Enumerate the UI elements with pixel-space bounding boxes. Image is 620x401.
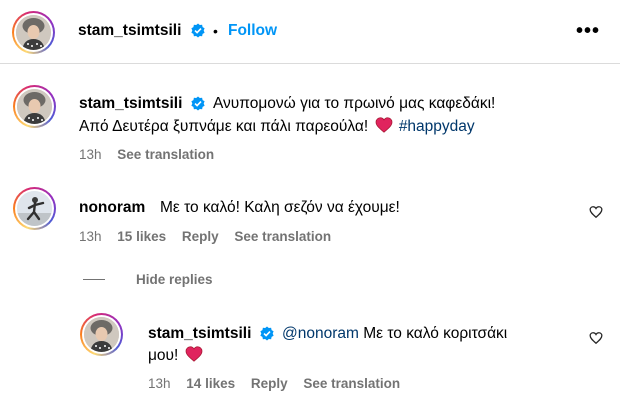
hashtag-link[interactable]: #happyday: [399, 118, 475, 135]
caption-username[interactable]: stam_tsimtsili: [79, 95, 182, 113]
comment-reply-button[interactable]: Reply: [182, 229, 219, 244]
reply-text-part2: μου!: [148, 347, 179, 364]
hide-replies-button[interactable]: Hide replies: [136, 272, 213, 287]
verified-badge-icon: [191, 23, 205, 38]
caption-text-line1: Ανυπομονώ για το πρωινό μας καφεδάκι!: [213, 95, 496, 112]
hide-replies-divider: [83, 279, 105, 280]
reply-time: 13h: [148, 376, 171, 391]
comment-text: Με το καλό! Καλη σεζόν να έχουμε!: [160, 199, 400, 216]
reply-avatar[interactable]: [80, 313, 123, 356]
heart-outline-icon[interactable]: [589, 331, 603, 345]
caption-meta: 13h See translation: [79, 147, 226, 162]
reply-username[interactable]: stam_tsimtsili: [148, 325, 251, 343]
reply-text-line1: @nonoram Με το καλό κοριτσάκι: [282, 323, 507, 345]
red-heart-icon: [185, 346, 203, 362]
post-header: stam_tsimtsili • Follow •••: [0, 0, 620, 64]
reply-see-translation[interactable]: See translation: [303, 376, 400, 391]
comment-avatar[interactable]: [13, 187, 56, 230]
profile-photo-icon: [84, 317, 119, 352]
caption-time: 13h: [79, 147, 102, 162]
reply-meta: 13h 14 likes Reply See translation: [148, 376, 412, 391]
follow-button[interactable]: Follow: [228, 22, 277, 40]
profile-photo-icon: [17, 191, 52, 226]
reply-text-line2: μου!: [148, 345, 205, 367]
heart-outline-icon[interactable]: [589, 205, 603, 219]
comment-meta: 13h 15 likes Reply See translation: [79, 229, 343, 244]
caption-see-translation[interactable]: See translation: [117, 147, 214, 162]
more-options-icon[interactable]: •••: [576, 20, 600, 43]
comment-see-translation[interactable]: See translation: [234, 229, 331, 244]
comment-likes[interactable]: 15 likes: [117, 229, 166, 244]
header-username[interactable]: stam_tsimtsili: [78, 22, 181, 40]
header-separator: •: [213, 23, 218, 39]
comment-time: 13h: [79, 229, 102, 244]
caption-text-line2: Από Δευτέρα ξυπνάμε και πάλι παρεούλα! #…: [79, 116, 475, 138]
comment-username[interactable]: nonoram: [79, 199, 145, 217]
profile-photo-icon: [16, 15, 51, 50]
header-avatar[interactable]: [12, 11, 55, 54]
verified-badge-icon: [191, 96, 205, 111]
reply-likes[interactable]: 14 likes: [186, 376, 235, 391]
red-heart-icon: [375, 117, 392, 133]
caption-line2-text: Από Δευτέρα ξυπνάμε και πάλι παρεούλα!: [79, 118, 369, 135]
reply-reply-button[interactable]: Reply: [251, 376, 288, 391]
mention-link[interactable]: @nonoram: [282, 325, 359, 342]
reply-text-part1: Με το καλό κοριτσάκι: [363, 325, 508, 342]
profile-photo-icon: [17, 89, 52, 124]
verified-badge-icon: [260, 326, 274, 341]
caption-avatar[interactable]: [13, 85, 56, 128]
